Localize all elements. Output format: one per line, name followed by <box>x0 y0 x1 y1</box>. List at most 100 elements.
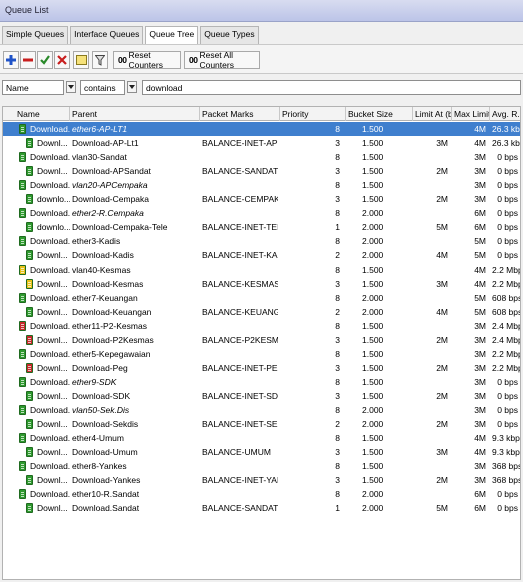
cell-avg-rate: 0 bps <box>497 152 518 163</box>
disable-button[interactable] <box>54 51 70 69</box>
table-row[interactable]: downlo... Download-Cempaka BALANCE-CEMPAKA… <box>3 192 520 206</box>
table-row[interactable]: Downl... Download-APSandat BALANCE-SANDAT_… <box>3 164 520 178</box>
table-row[interactable]: Download...ether2-R.Cempaka 8 2.000 6M 0 bps <box>3 206 520 220</box>
tab-queue-tree[interactable]: Queue Tree <box>145 26 199 45</box>
cell-avg-rate: 0 bps <box>497 208 518 219</box>
table-row[interactable]: Download...ether9-SDK 8 1.500 3M 0 bps <box>3 375 520 389</box>
col-priority-header[interactable]: Priority <box>280 107 346 121</box>
table-row[interactable]: Download...ether4-Umum 8 1.500 4M 9.3 kbps <box>3 431 520 445</box>
cell-bucket-size: 1.500 <box>362 390 384 401</box>
cell-name: Download... <box>30 489 70 500</box>
table-row[interactable]: Download...vlan50-Sek.Dis 8 2.000 3M 0 bps <box>3 403 520 417</box>
col-limit-at-header[interactable]: Limit At (b... <box>413 107 452 121</box>
add-button[interactable] <box>3 51 19 69</box>
cell-name: Downl... <box>37 475 68 486</box>
queue-icon <box>26 447 33 458</box>
table-row[interactable]: Downl... Download-Keuangan BALANCE-KEUANGA… <box>3 305 520 319</box>
table-row[interactable]: Downl... Download-AP-Lt1 BALANCE-INET-AP 3 1… <box>3 136 520 150</box>
table-row[interactable]: Downl... Download-Umum BALANCE-UMUM 3 1.500 3… <box>3 445 520 459</box>
cell-max-limit: 5M <box>474 292 486 303</box>
filter-button[interactable] <box>92 51 108 69</box>
cell-parent: Download-Cempaka-Tele <box>72 222 168 233</box>
filter-field-select[interactable]: Name <box>2 80 64 95</box>
queue-icon <box>19 152 26 163</box>
cell-avg-rate: 608 bps <box>492 292 520 303</box>
table-row[interactable]: Downl... Download-Peg BALANCE-INET-PEG 3 1.5… <box>3 361 520 375</box>
table-row[interactable]: Download...ether5-Kepegawaian 8 1.500 3M 2.2… <box>3 347 520 361</box>
cell-avg-rate: 0 bps <box>497 503 518 514</box>
cell-avg-rate: 608 bps <box>492 306 520 317</box>
table-row[interactable]: Downl... Download.Sandat BALANCE-SANDAT 1 2.… <box>3 501 520 515</box>
cell-name: Downl... <box>37 362 68 373</box>
comment-button[interactable] <box>73 51 89 69</box>
table-row[interactable]: Download...ether11-P2-Kesmas 8 1.500 3M 2.4 … <box>3 319 520 333</box>
cell-packet-marks <box>202 291 278 305</box>
cell-packet-marks <box>202 403 278 417</box>
cell-parent: Download-AP-Lt1 <box>72 138 139 149</box>
col-parent-header[interactable]: Parent <box>70 107 200 121</box>
cell-parent: Download-Peg <box>72 362 128 373</box>
reset-all-counters-button[interactable]: 00 Reset All Counters <box>184 50 260 70</box>
cell-bucket-size: 2.000 <box>362 306 384 317</box>
cell-parent: Download-Cempaka <box>72 194 150 205</box>
filter-operator-select[interactable]: contains <box>80 80 125 95</box>
cell-bucket-size: 1.500 <box>362 475 384 486</box>
table-row[interactable]: Downl... Download-Kesmas BALANCE-KESMAS 3 1.… <box>3 277 520 291</box>
col-bucket-size-header[interactable]: Bucket Size <box>346 107 413 121</box>
cell-name: Downl... <box>37 166 68 177</box>
cell-packet-marks <box>202 234 278 248</box>
table-row[interactable]: Download...ether6-AP-LT1 8 1.500 4M 26.3 kb.… <box>3 122 520 136</box>
enable-button[interactable] <box>37 51 53 69</box>
cell-max-limit: 4M <box>474 447 486 458</box>
filter-value-input[interactable]: download <box>142 80 521 95</box>
cell-limit-at <box>415 319 450 333</box>
filter-field-dropdown[interactable] <box>66 81 76 93</box>
queue-icon <box>19 461 26 472</box>
cell-packet-marks: BALANCE-INET-AP <box>202 138 278 149</box>
cell-priority: 3 <box>335 447 340 458</box>
table-row[interactable]: downlo... Download-Cempaka-Tele BALANCE-IN… <box>3 220 520 234</box>
tab-queue-types[interactable]: Queue Types <box>200 26 259 44</box>
table-row[interactable]: Downl... Download-SDK BALANCE-INET-SDK 3 1.5… <box>3 389 520 403</box>
cell-bucket-size: 1.500 <box>362 334 384 345</box>
table-row[interactable]: Downl... Download-Kadis BALANCE-INET-KADIS… <box>3 248 520 262</box>
table-row[interactable]: Download...ether7-Keuangan 8 2.000 5M 608 bp… <box>3 291 520 305</box>
cell-parent: ether9-SDK <box>72 376 117 387</box>
col-max-limit-header[interactable]: Max Limit ... <box>452 107 490 121</box>
cell-limit-at: 4M <box>436 250 448 261</box>
cell-priority: 8 <box>335 292 340 303</box>
cell-bucket-size: 2.000 <box>362 405 384 415</box>
table-row[interactable]: Downl... Download-Sekdis BALANCE-INET-SEK.… <box>3 417 520 431</box>
table-row[interactable]: Download...vlan20-APCempaka 8 1.500 3M 0 bps <box>3 178 520 192</box>
table-row[interactable]: Download...vlan30-Sandat 8 1.500 3M 0 bps <box>3 150 520 164</box>
table-row[interactable]: Download...ether8-Yankes 8 1.500 3M 368 bps <box>3 459 520 473</box>
queue-icon <box>26 503 33 514</box>
cell-packet-marks <box>202 150 278 164</box>
reset-counters-label: Reset Counters <box>128 50 163 70</box>
tab-simple-queues[interactable]: Simple Queues <box>2 26 69 44</box>
queue-icon <box>26 334 33 345</box>
table-row[interactable]: Download...vlan40-Kesmas 8 1.500 4M 2.2 Mbps <box>3 263 520 277</box>
tab-interface-queues[interactable]: Interface Queues <box>70 26 144 44</box>
col-packet-marks-header[interactable]: Packet Marks <box>200 107 280 121</box>
cell-packet-marks: BALANCE-KEUANGAN <box>202 306 278 317</box>
table-row[interactable]: Download...ether10-R.Sandat 8 2.000 6M 0 bps <box>3 487 520 501</box>
table-row[interactable]: Downl... Download-Yankes BALANCE-INET-YAN.… <box>3 473 520 487</box>
queue-icon <box>19 236 26 247</box>
reset-counters-button[interactable]: 00 Reset Counters <box>113 50 181 70</box>
remove-button[interactable] <box>20 51 36 69</box>
queue-icon <box>19 320 26 331</box>
col-avg-rate-header[interactable]: Avg. R... <box>490 107 520 121</box>
filter-operator-dropdown[interactable] <box>127 81 137 93</box>
reset-all-counters-icon: 00 <box>189 55 198 65</box>
table-row[interactable]: Download...ether3-Kadis 8 2.000 5M 0 bps <box>3 234 520 248</box>
cell-avg-rate: 368 bps <box>492 461 520 472</box>
cell-priority: 8 <box>335 348 340 359</box>
cell-bucket-size: 1.500 <box>362 152 384 163</box>
queue-tree-table: Name Parent Packet Marks Priority Bucket Siz… <box>2 106 521 580</box>
table-row[interactable]: Downl... Download-P2Kesmas BALANCE-P2KESMA… <box>3 333 520 347</box>
col-name-header[interactable]: Name <box>3 107 70 121</box>
cell-max-limit: 3M <box>474 419 486 430</box>
cell-limit-at: 3M <box>436 138 448 149</box>
cell-parent: ether5-Kepegawaian <box>72 348 151 359</box>
